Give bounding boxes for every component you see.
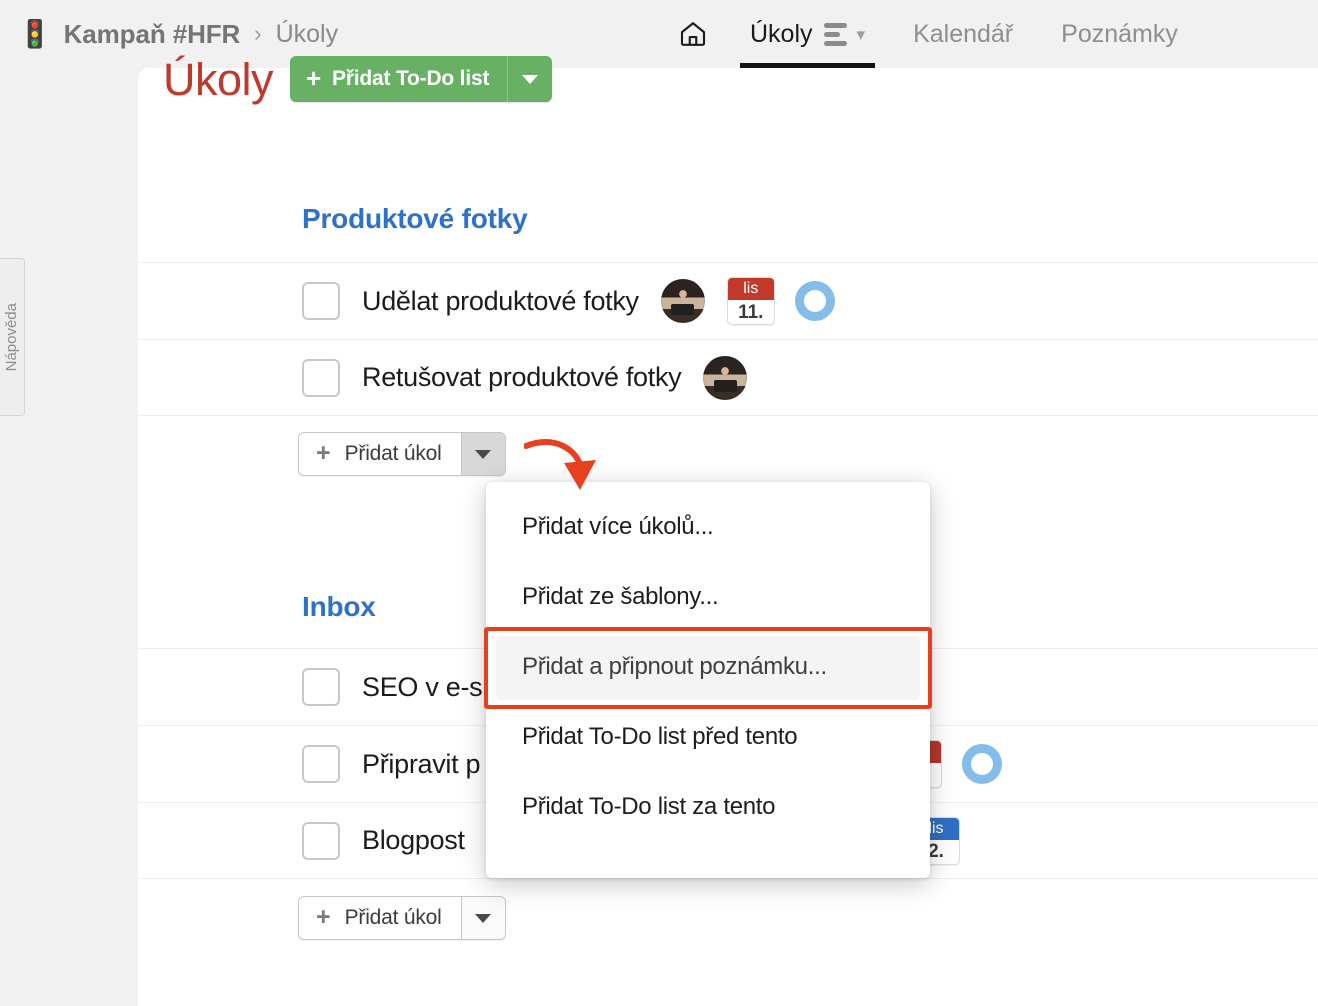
add-task-label: Přidat úkol xyxy=(344,906,442,929)
annotation-arrow-icon xyxy=(524,439,596,490)
task-checkbox[interactable] xyxy=(302,668,340,706)
page-header: Úkoly + Přidat To-Do list xyxy=(163,53,553,105)
breadcrumb-root[interactable]: Kampaň #HFR xyxy=(64,19,241,50)
menu-item-pridat-todo-list-za-tento[interactable]: Přidat To-Do list za tento xyxy=(486,772,930,842)
nav-tab-ukoly[interactable]: Úkoly ▾ xyxy=(726,0,889,68)
menu-item-pridat-ze-sablony[interactable]: Přidat ze šablony... xyxy=(486,562,930,632)
caret-down-icon xyxy=(522,74,539,84)
add-task-label: Přidat úkol xyxy=(344,442,442,465)
task-checkbox[interactable] xyxy=(302,745,340,783)
task-title[interactable]: SEO v e-s xyxy=(362,672,483,703)
add-task-dropdown-toggle[interactable] xyxy=(460,433,505,475)
add-task-button-2[interactable]: + Přidat úkol xyxy=(298,896,506,940)
nav-tab-home[interactable] xyxy=(660,0,726,68)
nav-tabs: Úkoly ▾ Kalendář Poznámky xyxy=(660,0,1202,68)
task-checkbox[interactable] xyxy=(302,282,340,320)
help-side-tab-label: Nápověda xyxy=(2,302,20,372)
caret-down-icon xyxy=(475,449,492,459)
task-title[interactable]: Retušovat produktové fotky xyxy=(362,362,682,393)
due-date-day: 11. xyxy=(738,301,764,323)
nav-tab-poznamky[interactable]: Poznámky xyxy=(1037,0,1202,68)
plus-icon: + xyxy=(316,903,331,931)
task-row[interactable]: Retušovat produktové fotky xyxy=(138,339,1318,416)
status-ring-icon[interactable] xyxy=(962,744,1002,784)
section-header-inbox[interactable]: Inbox xyxy=(302,591,376,623)
task-row[interactable]: Udělat produktové fotky lis 11. xyxy=(138,262,1318,339)
menu-item-pridat-vice-ukolu[interactable]: Přidat více úkolů... xyxy=(486,492,930,562)
status-ring-icon[interactable] xyxy=(794,281,835,321)
plus-icon: + xyxy=(306,62,322,93)
help-side-tab[interactable]: Nápověda xyxy=(0,258,25,416)
menu-item-pridat-a-pripnout-poznamku[interactable]: Přidat a připnout poznámku... xyxy=(486,632,930,702)
task-checkbox[interactable] xyxy=(302,358,340,397)
traffic-light-icon: 🚦 xyxy=(18,18,52,49)
add-task-dropdown-menu: Přidat více úkolů... Přidat ze šablony..… xyxy=(486,482,930,878)
due-date-badge[interactable]: lis 11. xyxy=(726,277,775,325)
add-todo-list-button[interactable]: + Přidat To-Do list xyxy=(290,56,553,102)
avatar[interactable] xyxy=(703,355,748,400)
nav-tab-kalendar-label: Kalendář xyxy=(913,19,1014,48)
add-todo-list-button-main[interactable]: + Přidat To-Do list xyxy=(290,56,508,102)
add-task-button-2-main[interactable]: + Přidat úkol xyxy=(299,897,461,939)
nav-tab-poznamky-label: Poznámky xyxy=(1061,19,1178,48)
breadcrumb-current[interactable]: Úkoly xyxy=(276,20,339,49)
app-root: 🚦 Kampaň #HFR › Úkoly Úkoly ▾ Kalendář P… xyxy=(0,0,1318,1006)
task-title[interactable]: Udělat produktové fotky xyxy=(362,286,639,317)
due-date-month: lis xyxy=(727,278,774,300)
add-task-button-1[interactable]: + Přidat úkol xyxy=(298,432,506,476)
chevron-down-icon: ▾ xyxy=(856,24,866,44)
task-title[interactable]: Připravit p xyxy=(362,749,481,780)
task-title[interactable]: Blogpost xyxy=(362,825,465,856)
home-icon xyxy=(680,22,706,46)
avatar[interactable] xyxy=(660,279,705,323)
nav-tab-ukoly-label: Úkoly xyxy=(750,19,813,48)
breadcrumb-separator-icon: › xyxy=(254,21,262,46)
caret-down-icon xyxy=(475,913,492,923)
page-title: Úkoly xyxy=(163,53,274,105)
add-task-button-1-main[interactable]: + Přidat úkol xyxy=(299,433,461,475)
task-checkbox[interactable] xyxy=(302,821,340,860)
add-todo-list-label: Přidat To-Do list xyxy=(332,67,490,90)
section-header-produktove-fotky[interactable]: Produktové fotky xyxy=(302,203,528,235)
nav-tab-kalendar[interactable]: Kalendář xyxy=(889,0,1037,68)
plus-icon: + xyxy=(316,439,331,467)
add-todo-list-dropdown-toggle[interactable] xyxy=(507,56,553,102)
add-task-dropdown-toggle[interactable] xyxy=(460,897,505,939)
sort-list-icon xyxy=(823,23,847,46)
menu-item-pridat-todo-list-pred-tento[interactable]: Přidat To-Do list před tento xyxy=(486,702,930,772)
